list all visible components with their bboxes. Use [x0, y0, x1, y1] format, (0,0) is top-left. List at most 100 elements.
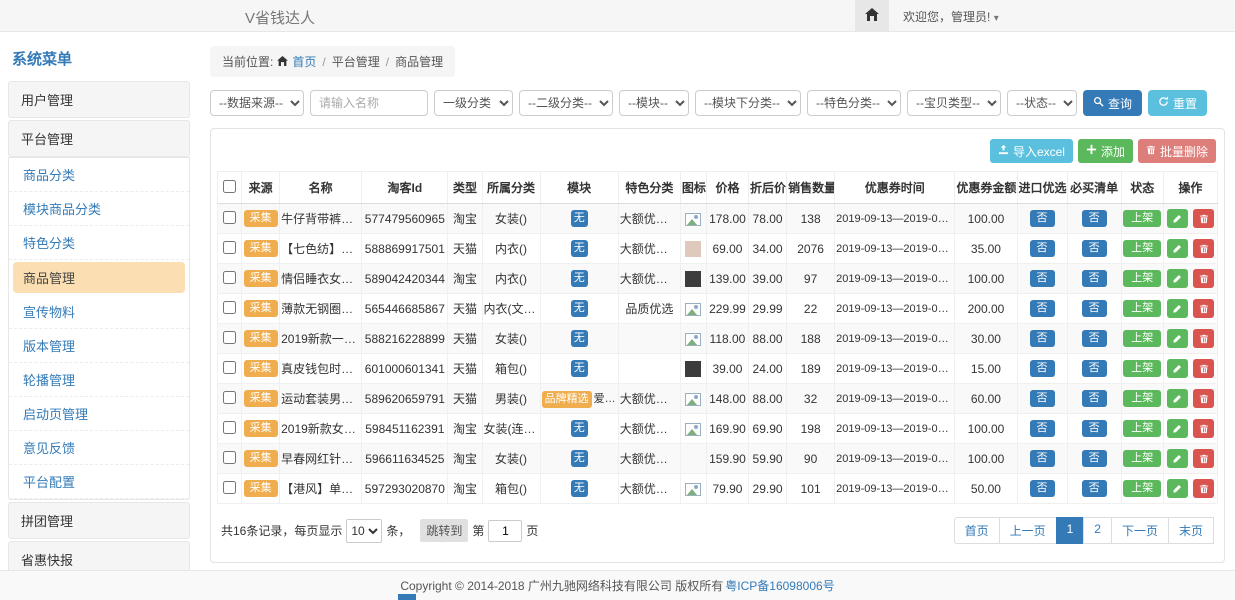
delete-button[interactable]	[1193, 419, 1214, 438]
sidebar-item[interactable]: 平台管理	[8, 120, 190, 157]
sidebar-subitem[interactable]: 意见反馈	[9, 431, 189, 465]
delete-button[interactable]	[1193, 239, 1214, 258]
status-badge[interactable]: 上架	[1123, 300, 1161, 317]
sidebar-subitem[interactable]: 宣传物料	[9, 295, 189, 329]
status-badge[interactable]: 上架	[1123, 330, 1161, 347]
sidebar-subitem[interactable]: 特色分类	[9, 226, 189, 260]
row-checkbox[interactable]	[223, 241, 236, 254]
must-buy-badge[interactable]: 否	[1082, 480, 1107, 497]
reset-button[interactable]: 重置	[1148, 90, 1207, 116]
must-buy-badge[interactable]: 否	[1082, 360, 1107, 377]
edit-button[interactable]	[1167, 299, 1188, 318]
select-all-checkbox[interactable]	[223, 180, 236, 193]
import-select-badge[interactable]: 否	[1030, 390, 1055, 407]
sidebar-item[interactable]: 用户管理	[8, 81, 190, 118]
import-select-badge[interactable]: 否	[1030, 210, 1055, 227]
filter-select[interactable]: --宝贝类型--	[907, 90, 1001, 116]
edit-button[interactable]	[1167, 239, 1188, 258]
row-checkbox[interactable]	[223, 361, 236, 374]
pagination-page[interactable]: 末页	[1168, 517, 1214, 544]
delete-button[interactable]	[1193, 389, 1214, 408]
pagination-page[interactable]: 下一页	[1111, 517, 1169, 544]
import-select-badge[interactable]: 否	[1030, 480, 1055, 497]
delete-button[interactable]	[1193, 209, 1214, 228]
row-checkbox[interactable]	[223, 421, 236, 434]
delete-button[interactable]	[1193, 479, 1214, 498]
row-checkbox[interactable]	[223, 211, 236, 224]
query-button[interactable]: 查询	[1083, 90, 1142, 116]
sidebar-item[interactable]: 拼团管理	[8, 502, 190, 539]
delete-button[interactable]	[1193, 359, 1214, 378]
pagination-page[interactable]: 首页	[954, 517, 1000, 544]
import-select-badge[interactable]: 否	[1030, 450, 1055, 467]
sidebar-subitem[interactable]: 版本管理	[9, 329, 189, 363]
import-excel-button[interactable]: 导入excel	[990, 139, 1073, 163]
jump-page-input[interactable]	[488, 520, 522, 542]
pagination-page[interactable]: 1	[1056, 517, 1085, 544]
status-badge[interactable]: 上架	[1123, 420, 1161, 437]
edit-button[interactable]	[1167, 419, 1188, 438]
sidebar-item[interactable]: 省惠快报	[8, 541, 190, 570]
pagination-page[interactable]: 2	[1083, 517, 1112, 544]
must-buy-badge[interactable]: 否	[1082, 240, 1107, 257]
sidebar-subitem[interactable]: 商品分类	[9, 158, 189, 192]
status-badge[interactable]: 上架	[1123, 360, 1161, 377]
edit-button[interactable]	[1167, 269, 1188, 288]
delete-button[interactable]	[1193, 449, 1214, 468]
sidebar-subitem[interactable]: 商品管理	[13, 262, 185, 293]
row-checkbox[interactable]	[223, 451, 236, 464]
must-buy-badge[interactable]: 否	[1082, 390, 1107, 407]
row-checkbox[interactable]	[223, 271, 236, 284]
breadcrumb-home-link[interactable]: 首页	[292, 53, 316, 70]
must-buy-badge[interactable]: 否	[1082, 420, 1107, 437]
filter-select[interactable]: --状态--	[1007, 90, 1077, 116]
delete-button[interactable]	[1193, 299, 1214, 318]
add-button[interactable]: 添加	[1078, 139, 1133, 163]
pagination-page[interactable]: 上一页	[999, 517, 1057, 544]
delete-button[interactable]	[1193, 329, 1214, 348]
status-badge[interactable]: 上架	[1123, 480, 1161, 497]
status-badge[interactable]: 上架	[1123, 210, 1161, 227]
filter-select[interactable]: 一级分类	[434, 90, 513, 116]
must-buy-badge[interactable]: 否	[1082, 300, 1107, 317]
name-search-input[interactable]	[310, 90, 428, 116]
delete-button[interactable]	[1193, 269, 1214, 288]
sidebar-subitem[interactable]: 启动页管理	[9, 397, 189, 431]
status-badge[interactable]: 上架	[1123, 240, 1161, 257]
edit-button[interactable]	[1167, 359, 1188, 378]
filter-select[interactable]: --二级分类--	[519, 90, 613, 116]
edit-button[interactable]	[1167, 329, 1188, 348]
row-checkbox[interactable]	[223, 331, 236, 344]
status-badge[interactable]: 上架	[1123, 450, 1161, 467]
edit-button[interactable]	[1167, 389, 1188, 408]
status-badge[interactable]: 上架	[1123, 270, 1161, 287]
batch-delete-button[interactable]: 批量删除	[1138, 139, 1216, 163]
import-select-badge[interactable]: 否	[1030, 330, 1055, 347]
edit-button[interactable]	[1167, 479, 1188, 498]
filter-select[interactable]: --模块--	[619, 90, 689, 116]
import-select-badge[interactable]: 否	[1030, 300, 1055, 317]
import-select-badge[interactable]: 否	[1030, 240, 1055, 257]
home-button[interactable]	[855, 0, 889, 32]
must-buy-badge[interactable]: 否	[1082, 270, 1107, 287]
sidebar-subitem[interactable]: 模块商品分类	[9, 192, 189, 226]
row-checkbox[interactable]	[223, 391, 236, 404]
row-checkbox[interactable]	[223, 481, 236, 494]
filter-select[interactable]: --特色分类--	[807, 90, 901, 116]
source-select[interactable]: --数据来源--	[210, 90, 304, 116]
must-buy-badge[interactable]: 否	[1082, 450, 1107, 467]
user-menu[interactable]: 欢迎您，管理员! ▾	[889, 8, 1013, 25]
status-badge[interactable]: 上架	[1123, 390, 1161, 407]
import-select-badge[interactable]: 否	[1030, 360, 1055, 377]
edit-button[interactable]	[1167, 449, 1188, 468]
must-buy-badge[interactable]: 否	[1082, 330, 1107, 347]
sidebar-subitem[interactable]: 平台配置	[9, 465, 189, 499]
sidebar-subitem[interactable]: 轮播管理	[9, 363, 189, 397]
filter-select[interactable]: --模块下分类--	[695, 90, 801, 116]
import-select-badge[interactable]: 否	[1030, 420, 1055, 437]
import-select-badge[interactable]: 否	[1030, 270, 1055, 287]
must-buy-badge[interactable]: 否	[1082, 210, 1107, 227]
jump-to-button[interactable]: 跳转到	[420, 519, 468, 542]
row-checkbox[interactable]	[223, 301, 236, 314]
edit-button[interactable]	[1167, 209, 1188, 228]
